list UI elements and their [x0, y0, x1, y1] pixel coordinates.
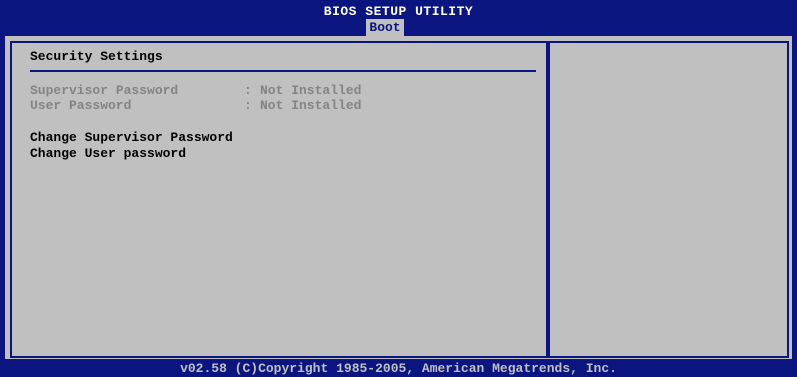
change-supervisor-password-item[interactable]: Change Supervisor Password — [30, 130, 233, 146]
change-user-password-item[interactable]: Change User password — [30, 146, 186, 162]
supervisor-password-status: Not Installed — [260, 83, 362, 98]
status-separator: : — [244, 83, 252, 98]
help-panel — [548, 41, 789, 358]
user-password-label: User Password — [30, 98, 132, 113]
section-divider — [30, 70, 536, 72]
bios-title: BIOS SETUP UTILITY — [323, 4, 474, 19]
supervisor-password-label: Supervisor Password — [30, 83, 179, 98]
bios-screen: BIOS SETUP UTILITY Boot Security Setting… — [0, 0, 797, 377]
status-separator: : — [244, 98, 252, 113]
user-password-status: Not Installed — [260, 98, 362, 113]
section-title: Security Settings — [30, 49, 163, 64]
tab-boot[interactable]: Boot — [366, 19, 404, 36]
copyright-footer: v02.58 (C)Copyright 1985-2005, American … — [180, 361, 617, 376]
